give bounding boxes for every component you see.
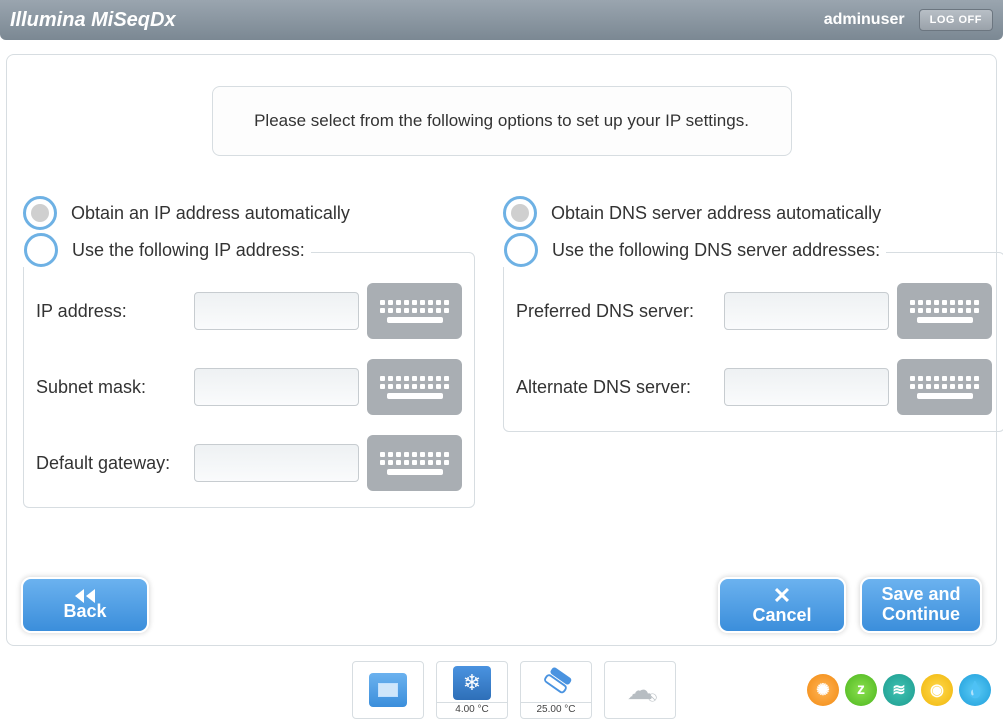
keyboard-icon bbox=[380, 376, 449, 399]
keyboard-button-gateway[interactable] bbox=[367, 435, 462, 491]
status-sleep-icon[interactable]: z bbox=[845, 674, 877, 706]
status-gear-icon[interactable]: ✺ bbox=[807, 674, 839, 706]
snowflake-icon: ❄ bbox=[463, 670, 481, 696]
save-continue-label: Save and Continue bbox=[862, 585, 980, 625]
cancel-button[interactable]: ✕ Cancel bbox=[718, 577, 846, 633]
close-icon: ✕ bbox=[773, 585, 791, 607]
ip-address-label: IP address: bbox=[36, 301, 186, 322]
dns-manual-fieldset: Use the following DNS server addresses: … bbox=[503, 252, 1003, 432]
ip-column: Obtain an IP address automatically Use t… bbox=[23, 196, 475, 508]
dns-manual-radio[interactable] bbox=[504, 233, 538, 267]
ip-auto-row: Obtain an IP address automatically bbox=[23, 196, 475, 230]
keyboard-icon bbox=[910, 376, 979, 399]
flowcell-temp: 25.00 °C bbox=[521, 702, 591, 715]
ip-manual-label: Use the following IP address: bbox=[72, 240, 305, 261]
status-camera-icon[interactable]: ◉ bbox=[921, 674, 953, 706]
back-button-label: Back bbox=[63, 601, 106, 622]
status-tile-cloud[interactable]: ☁⦸ bbox=[604, 661, 676, 719]
dns-auto-label: Obtain DNS server address automatically bbox=[551, 203, 881, 224]
preferred-dns-input[interactable] bbox=[724, 292, 889, 330]
keyboard-icon bbox=[380, 452, 449, 475]
app-title: Illumina MiSeqDx bbox=[10, 9, 824, 32]
instruction-text: Please select from the following options… bbox=[212, 86, 792, 156]
subnet-mask-input[interactable] bbox=[194, 368, 359, 406]
main-panel: Please select from the following options… bbox=[6, 54, 997, 646]
back-button[interactable]: Back bbox=[21, 577, 149, 633]
ip-auto-label: Obtain an IP address automatically bbox=[71, 203, 350, 224]
logoff-button[interactable]: LOG OFF bbox=[919, 9, 993, 31]
cancel-button-label: Cancel bbox=[752, 605, 811, 626]
keyboard-button-alternate-dns[interactable] bbox=[897, 359, 992, 415]
ip-address-input[interactable] bbox=[194, 292, 359, 330]
current-user: adminuser bbox=[824, 11, 905, 29]
save-continue-button[interactable]: Save and Continue bbox=[860, 577, 982, 633]
default-gateway-label: Default gateway: bbox=[36, 453, 186, 474]
chiller-temp: 4.00 °C bbox=[437, 702, 507, 715]
dns-auto-radio[interactable] bbox=[503, 196, 537, 230]
keyboard-button-mask[interactable] bbox=[367, 359, 462, 415]
app-header: Illumina MiSeqDx adminuser LOG OFF bbox=[0, 0, 1003, 40]
keyboard-button-ip[interactable] bbox=[367, 283, 462, 339]
subnet-mask-label: Subnet mask: bbox=[36, 377, 186, 398]
status-droplet-icon[interactable]: 💧 bbox=[959, 674, 991, 706]
status-tile-flowcell[interactable]: 25.00 °C bbox=[520, 661, 592, 719]
footer-actions: Back ✕ Cancel Save and Continue bbox=[21, 577, 982, 633]
preferred-dns-label: Preferred DNS server: bbox=[516, 301, 716, 322]
keyboard-button-preferred-dns[interactable] bbox=[897, 283, 992, 339]
status-wave-icon[interactable]: ≋ bbox=[883, 674, 915, 706]
status-tile-chiller[interactable]: ❄ 4.00 °C bbox=[436, 661, 508, 719]
keyboard-icon bbox=[910, 300, 979, 323]
flowcell-icon bbox=[537, 666, 575, 700]
ip-manual-radio[interactable] bbox=[24, 233, 58, 267]
alternate-dns-label: Alternate DNS server: bbox=[516, 377, 716, 398]
status-icons: ✺ z ≋ ◉ 💧 bbox=[807, 674, 991, 706]
alternate-dns-input[interactable] bbox=[724, 368, 889, 406]
display-icon bbox=[378, 683, 398, 697]
disabled-icon: ⦸ bbox=[648, 688, 657, 705]
dns-manual-label: Use the following DNS server addresses: bbox=[552, 240, 880, 261]
dns-auto-row: Obtain DNS server address automatically bbox=[503, 196, 1003, 230]
status-bar: ❄ 4.00 °C 25.00 °C ☁⦸ ✺ z ≋ ◉ 💧 bbox=[0, 658, 1003, 722]
ip-auto-radio[interactable] bbox=[23, 196, 57, 230]
default-gateway-input[interactable] bbox=[194, 444, 359, 482]
ip-manual-fieldset: Use the following IP address: IP address… bbox=[23, 252, 475, 508]
keyboard-icon bbox=[380, 300, 449, 323]
dns-column: Obtain DNS server address automatically … bbox=[503, 196, 1003, 508]
status-tile-display[interactable] bbox=[352, 661, 424, 719]
